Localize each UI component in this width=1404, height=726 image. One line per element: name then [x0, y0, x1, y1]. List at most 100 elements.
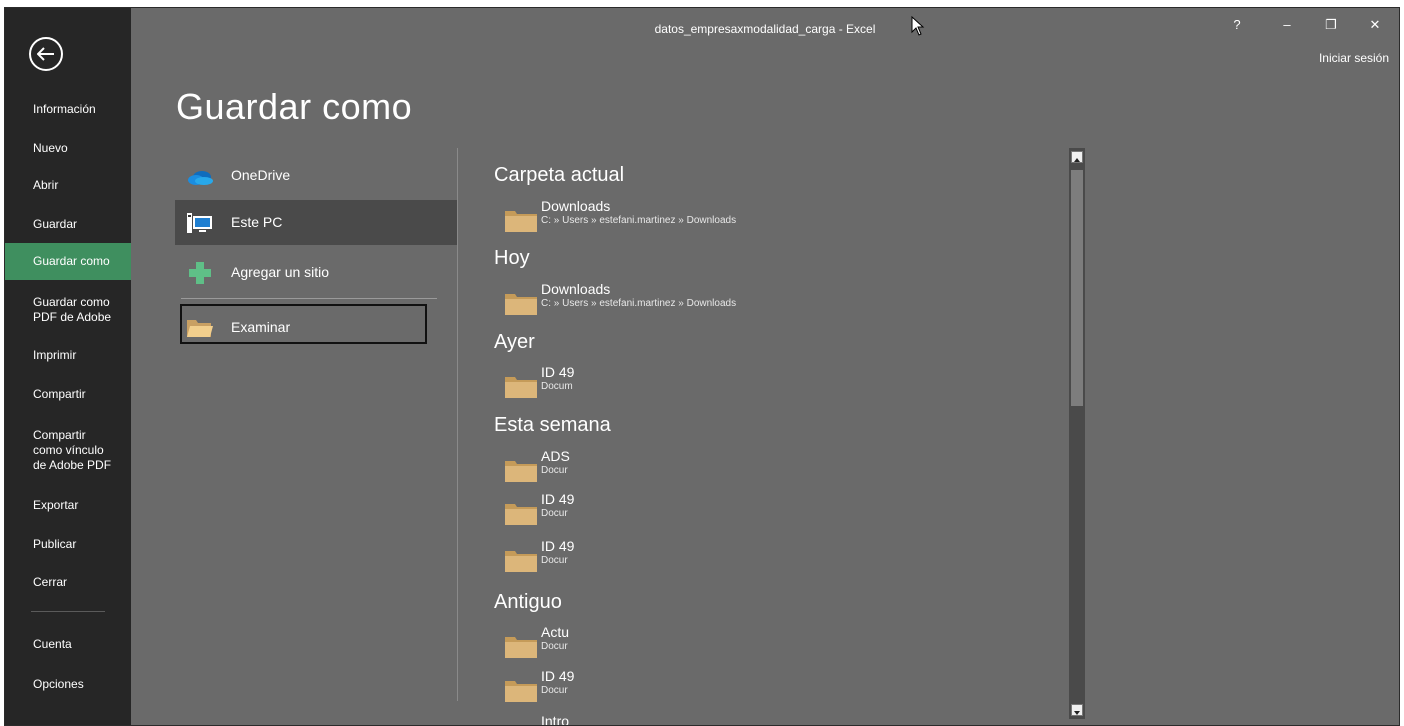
- nav-label: Opciones: [33, 677, 84, 691]
- computer-icon: [187, 213, 212, 233]
- mouse-cursor-icon: [911, 16, 925, 36]
- nav-label: Guardar como PDF de Adobe: [33, 295, 112, 324]
- folder-name: Intro: [541, 713, 570, 726]
- folder-path: C: » Users » estefani.martinez » Downloa…: [541, 215, 737, 226]
- nav-label: Información: [33, 102, 96, 116]
- folder-path: Docur: [541, 555, 568, 566]
- onedrive-icon: [188, 171, 213, 185]
- folder-icon: [505, 377, 537, 398]
- document-title: datos_empresaxmodalidad_carga - Excel: [654, 22, 876, 36]
- nav-label: Exportar: [33, 498, 79, 512]
- nav-opciones[interactable]: Opciones: [5, 677, 131, 692]
- chevron-down-icon: [1074, 711, 1080, 715]
- folder-icon: [505, 681, 537, 702]
- recent-scrollbar[interactable]: [1069, 148, 1085, 719]
- focus-outline: [180, 304, 427, 344]
- folder-path: Docur: [541, 685, 568, 696]
- scroll-thumb[interactable]: [1071, 170, 1083, 406]
- location-label: Agregar un sitio: [231, 264, 330, 280]
- folder-name: ID 49: [541, 364, 575, 380]
- minimize-button[interactable]: –: [1275, 16, 1299, 34]
- help-button[interactable]: ?: [1225, 16, 1249, 34]
- section-title: Hoy: [494, 247, 530, 269]
- folder-path: Docur: [541, 641, 568, 652]
- folder-name: ADS: [541, 448, 570, 464]
- nav-guardar[interactable]: Guardar: [5, 217, 131, 232]
- folder-icon: [505, 461, 537, 482]
- location-este-pc[interactable]: Este PC: [175, 200, 458, 245]
- nav-label: Cuenta: [33, 637, 72, 651]
- locations-divider: [181, 298, 437, 299]
- page-title: Guardar como: [176, 86, 413, 127]
- nav-cuenta[interactable]: Cuenta: [5, 637, 131, 652]
- nav-label: Compartir como vínculo de Adobe PDF: [33, 428, 112, 472]
- section-title: Ayer: [494, 331, 535, 353]
- scroll-up-button[interactable]: [1071, 151, 1083, 163]
- folder-name: ID 49: [541, 668, 575, 684]
- nav-label: Cerrar: [33, 575, 68, 589]
- nav-label: Guardar: [33, 217, 78, 231]
- sidebar-divider: [31, 611, 105, 612]
- folder-icon: [505, 294, 537, 315]
- restore-button[interactable]: ❐: [1319, 16, 1343, 34]
- recent-folder[interactable]: ID 49 Docum: [505, 362, 805, 400]
- recent-folder[interactable]: Downloads C: » Users » estefani.martinez…: [505, 279, 805, 317]
- folder-icon: [505, 504, 537, 525]
- close-button[interactable]: ✕: [1363, 16, 1387, 34]
- backstage-sidebar: Información Nuevo Abrir Guardar Guardar …: [5, 8, 131, 725]
- nav-label: Imprimir: [33, 348, 77, 362]
- recent-folders-panel: Carpeta actual Downloads C: » Users » es…: [459, 148, 1071, 726]
- nav-compartir[interactable]: Compartir: [5, 387, 131, 402]
- location-label: Este PC: [231, 214, 283, 230]
- folder-icon: [505, 551, 537, 572]
- recent-folder[interactable]: Intro: [505, 711, 805, 726]
- location-label: OneDrive: [231, 167, 291, 183]
- section-title: Esta semana: [494, 414, 611, 436]
- folder-path: C: » Users » estefani.martinez » Downloa…: [541, 298, 737, 309]
- folder-name: Actu: [541, 624, 570, 640]
- nav-label: Guardar como: [33, 254, 110, 268]
- folder-path: Docum: [541, 381, 573, 392]
- folder-icon: [505, 211, 537, 232]
- scroll-down-button[interactable]: [1071, 704, 1083, 716]
- folder-name: Downloads: [541, 281, 611, 297]
- back-arrow-icon: [37, 47, 54, 61]
- excel-window: Información Nuevo Abrir Guardar Guardar …: [4, 7, 1400, 726]
- folder-name: ID 49: [541, 491, 575, 507]
- panel-divider: [457, 148, 458, 701]
- title-bar: datos_empresaxmodalidad_carga - Excel ? …: [131, 8, 1399, 48]
- recent-folder[interactable]: ID 49 Docur: [505, 536, 805, 574]
- nav-guardar-pdf-adobe[interactable]: Guardar como PDF de Adobe: [5, 295, 131, 325]
- nav-informacion[interactable]: Información: [5, 102, 131, 117]
- recent-folder[interactable]: Actu Docur: [505, 622, 805, 660]
- folder-name: ID 49: [541, 538, 575, 554]
- nav-label: Compartir: [33, 387, 86, 401]
- back-button[interactable]: [29, 37, 63, 71]
- nav-exportar[interactable]: Exportar: [5, 498, 131, 513]
- recent-folder[interactable]: ID 49 Docur: [505, 666, 805, 704]
- nav-label: Nuevo: [33, 141, 68, 155]
- folder-path: Docur: [541, 508, 568, 519]
- nav-guardar-como[interactable]: Guardar como: [5, 243, 131, 280]
- nav-publicar[interactable]: Publicar: [5, 537, 131, 552]
- nav-label: Publicar: [33, 537, 77, 551]
- nav-cerrar[interactable]: Cerrar: [5, 575, 131, 590]
- folder-icon: [505, 637, 537, 658]
- section-title: Antiguo: [494, 591, 562, 613]
- nav-compartir-vinculo-pdf[interactable]: Compartir como vínculo de Adobe PDF: [5, 428, 131, 473]
- nav-nuevo[interactable]: Nuevo: [5, 141, 131, 156]
- nav-label: Abrir: [33, 178, 59, 192]
- recent-folder[interactable]: ID 49 Docur: [505, 489, 805, 527]
- location-agregar-sitio[interactable]: Agregar un sitio: [175, 250, 458, 295]
- nav-abrir[interactable]: Abrir: [5, 178, 131, 193]
- section-title: Carpeta actual: [494, 164, 625, 186]
- folder-path: Docur: [541, 465, 568, 476]
- nav-imprimir[interactable]: Imprimir: [5, 348, 131, 363]
- sign-in-link[interactable]: Iniciar sesión: [1319, 51, 1389, 65]
- add-place-icon: [189, 262, 211, 284]
- location-onedrive[interactable]: OneDrive: [175, 153, 458, 198]
- recent-folder[interactable]: ADS Docur: [505, 446, 805, 484]
- chevron-up-icon: [1074, 158, 1080, 162]
- recent-folder[interactable]: Downloads C: » Users » estefani.martinez…: [505, 196, 805, 234]
- folder-name: Downloads: [541, 198, 611, 214]
